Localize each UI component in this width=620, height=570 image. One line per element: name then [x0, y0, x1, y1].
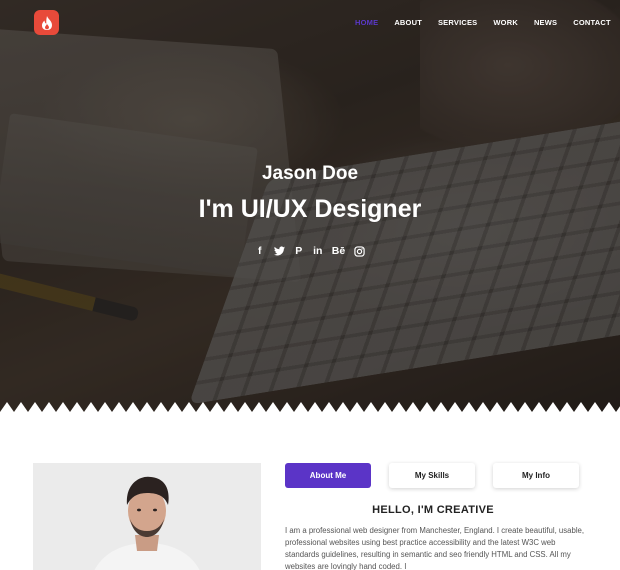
pinterest-icon[interactable]: P: [294, 244, 304, 258]
about-tabs: About Me My Skills My Info: [285, 463, 579, 488]
nav-home[interactable]: HOME: [355, 18, 378, 27]
nav-about[interactable]: ABOUT: [394, 18, 422, 27]
tab-about-me[interactable]: About Me: [285, 463, 371, 488]
tab-my-skills[interactable]: My Skills: [389, 463, 475, 488]
flame-icon: [41, 15, 52, 30]
facebook-icon[interactable]: f: [255, 244, 265, 258]
nav-news[interactable]: NEWS: [534, 18, 557, 27]
nav-contact[interactable]: CONTACT: [573, 18, 611, 27]
nav-services[interactable]: SERVICES: [438, 18, 477, 27]
logo[interactable]: [34, 10, 59, 35]
linkedin-icon[interactable]: in: [313, 244, 323, 258]
instagram-icon[interactable]: [354, 244, 365, 258]
hero-name: Jason Doe: [261, 163, 359, 184]
profile-photo: [33, 463, 261, 570]
hero-zigzag-divider: [0, 402, 620, 422]
hero-role: I'm UI/UX Designer: [198, 195, 422, 223]
about-text: I am a professional web designer from Ma…: [285, 526, 585, 570]
about-title: HELLO, I'M CREATIVE: [372, 504, 494, 516]
nav-work[interactable]: WORK: [493, 18, 518, 27]
tab-my-info[interactable]: My Info: [493, 463, 579, 488]
twitter-icon[interactable]: [273, 244, 285, 258]
social-links: f P in Bē: [0, 244, 620, 258]
main-nav: HOME ABOUT SERVICES WORK NEWS CONTACT: [355, 18, 620, 27]
behance-icon[interactable]: Bē: [332, 244, 345, 258]
hero-section: HOME ABOUT SERVICES WORK NEWS CONTACT Ja…: [0, 0, 620, 420]
